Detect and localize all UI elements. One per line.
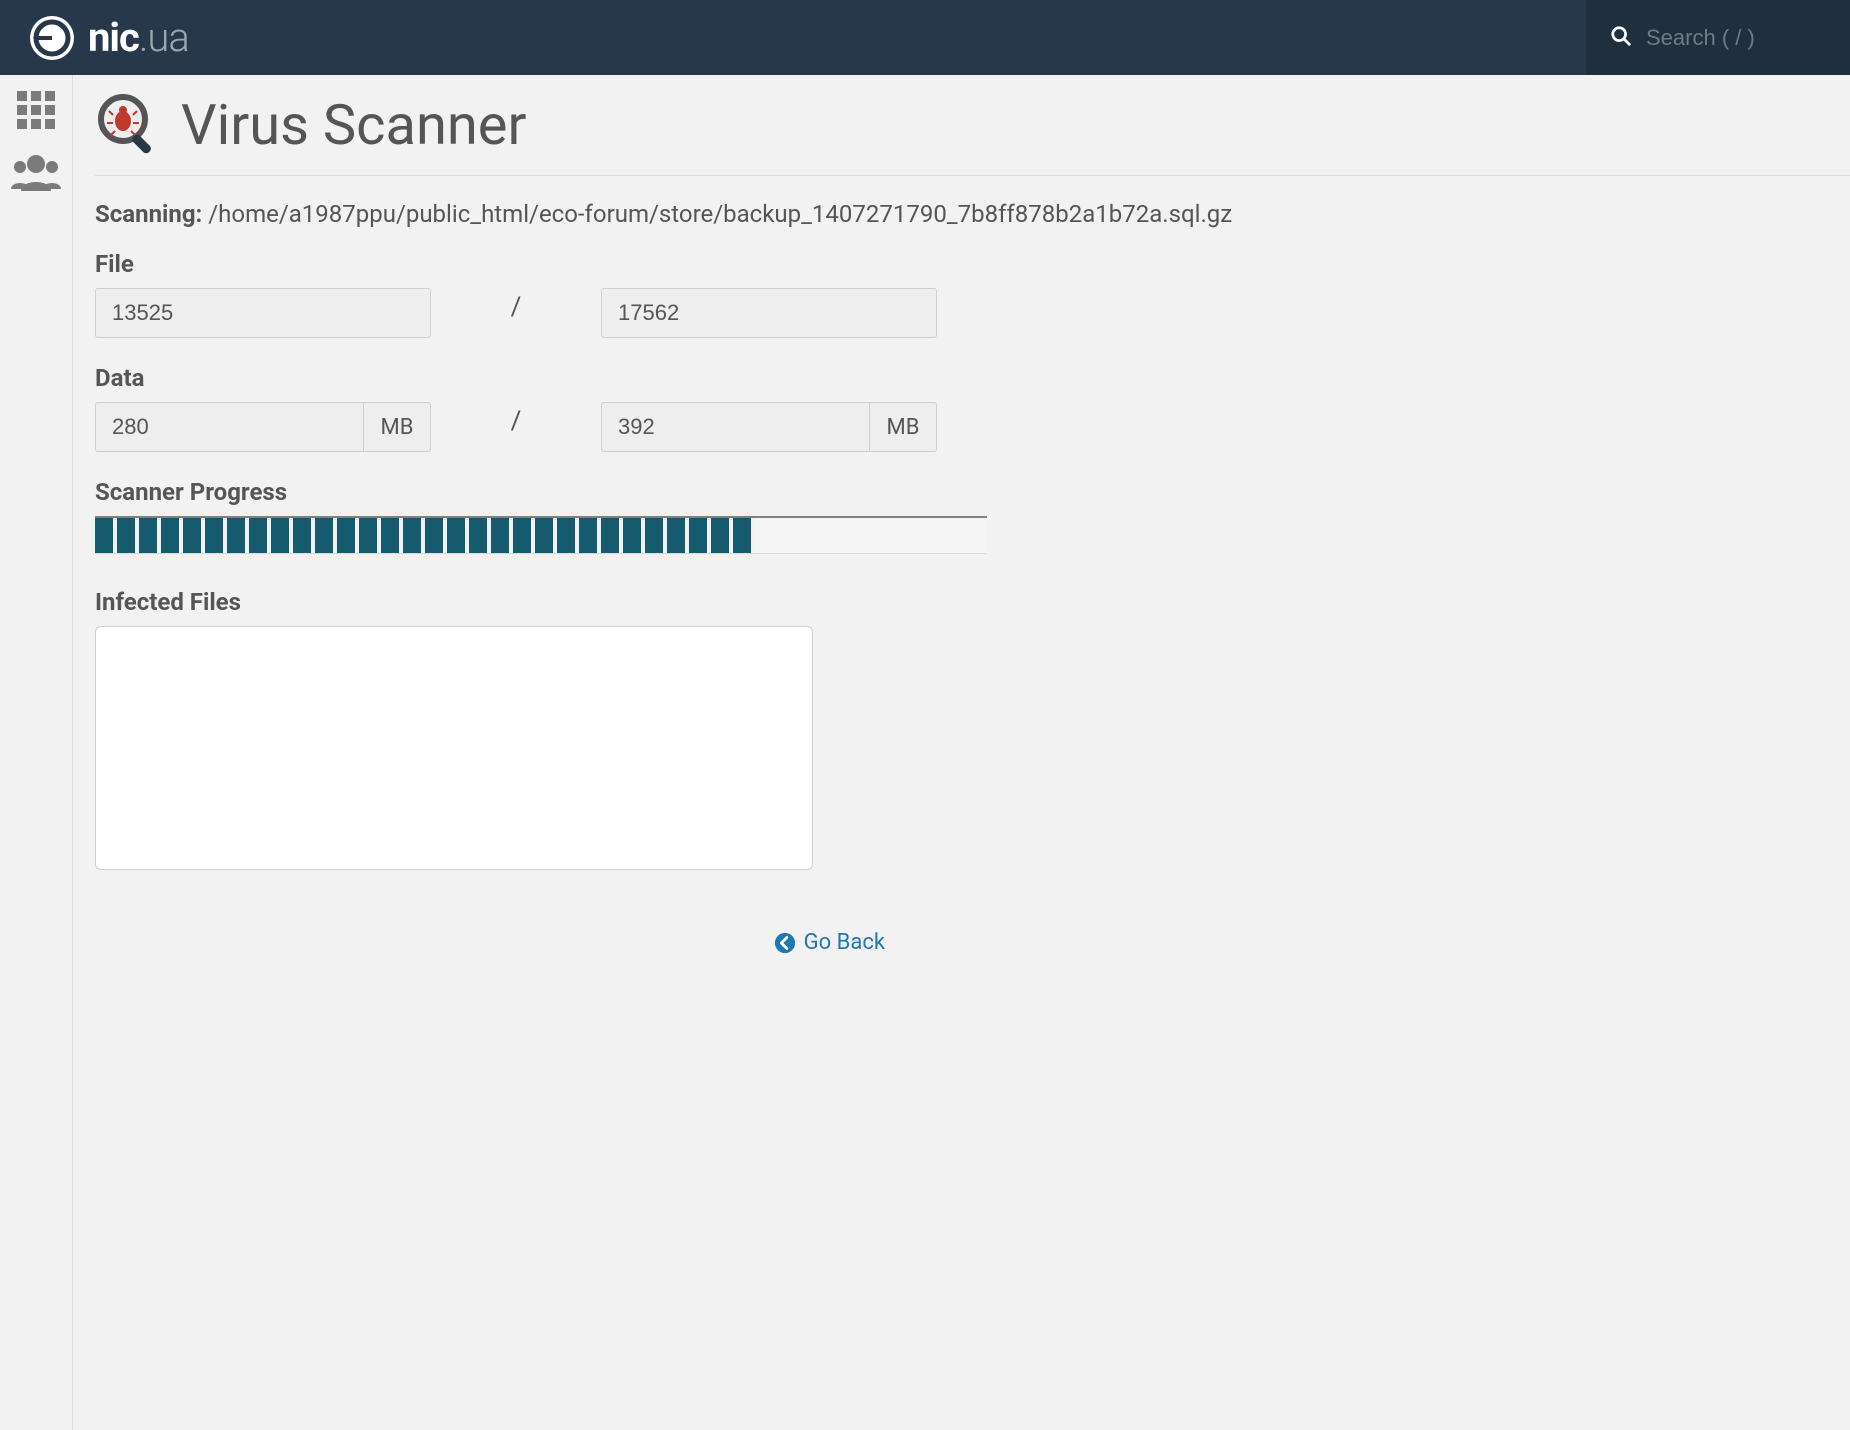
users-icon bbox=[11, 176, 61, 195]
scanning-label: Scanning: bbox=[95, 200, 202, 228]
sidebar-item-users[interactable] bbox=[11, 153, 61, 195]
page-title: Virus Scanner bbox=[181, 92, 526, 158]
go-back-link[interactable]: Go Back bbox=[774, 930, 885, 955]
virus-scanner-icon bbox=[95, 91, 163, 159]
progress-bar bbox=[95, 516, 987, 554]
file-total-field bbox=[601, 288, 937, 338]
file-current-field bbox=[95, 288, 431, 338]
grid-icon bbox=[15, 116, 57, 135]
go-back-label: Go Back bbox=[804, 930, 885, 955]
scanning-path: /home/a1987ppu/public_html/eco-forum/sto… bbox=[208, 200, 1232, 228]
scanning-line: Scanning: /home/a1987ppu/public_html/eco… bbox=[95, 200, 1850, 228]
infected-files-box bbox=[95, 626, 813, 870]
data-total-unit: MB bbox=[869, 402, 937, 452]
title-divider bbox=[95, 175, 1850, 176]
file-label: File bbox=[95, 250, 1850, 278]
arrow-left-circle-icon bbox=[774, 932, 796, 954]
search-input[interactable] bbox=[1646, 25, 1826, 51]
main: Virus Scanner Scanning: /home/a1987ppu/p… bbox=[73, 75, 1850, 1430]
infected-label: Infected Files bbox=[95, 588, 1850, 616]
brand-logo[interactable]: nic.ua bbox=[0, 14, 189, 62]
file-row: / bbox=[95, 288, 1850, 338]
progress-label: Scanner Progress bbox=[95, 478, 1850, 506]
search-icon bbox=[1610, 25, 1632, 51]
data-label: Data bbox=[95, 364, 1850, 392]
data-current-field bbox=[95, 402, 363, 452]
data-total-field bbox=[601, 402, 869, 452]
data-row: MB / MB bbox=[95, 402, 1850, 452]
sidebar bbox=[0, 75, 73, 1430]
header: nic.ua bbox=[0, 0, 1850, 75]
shell: Virus Scanner Scanning: /home/a1987ppu/p… bbox=[0, 75, 1850, 1430]
progress-wrap bbox=[95, 516, 1850, 554]
data-current-unit: MB bbox=[363, 402, 431, 452]
data-separator: / bbox=[431, 406, 601, 436]
search-box[interactable] bbox=[1586, 0, 1850, 75]
file-separator: / bbox=[431, 292, 601, 322]
page-title-row: Virus Scanner bbox=[95, 75, 1850, 169]
brand-logo-text: nic.ua bbox=[88, 14, 189, 61]
brand-logo-icon bbox=[28, 14, 76, 62]
sidebar-item-apps[interactable] bbox=[15, 89, 57, 135]
progress-fill bbox=[95, 518, 755, 553]
